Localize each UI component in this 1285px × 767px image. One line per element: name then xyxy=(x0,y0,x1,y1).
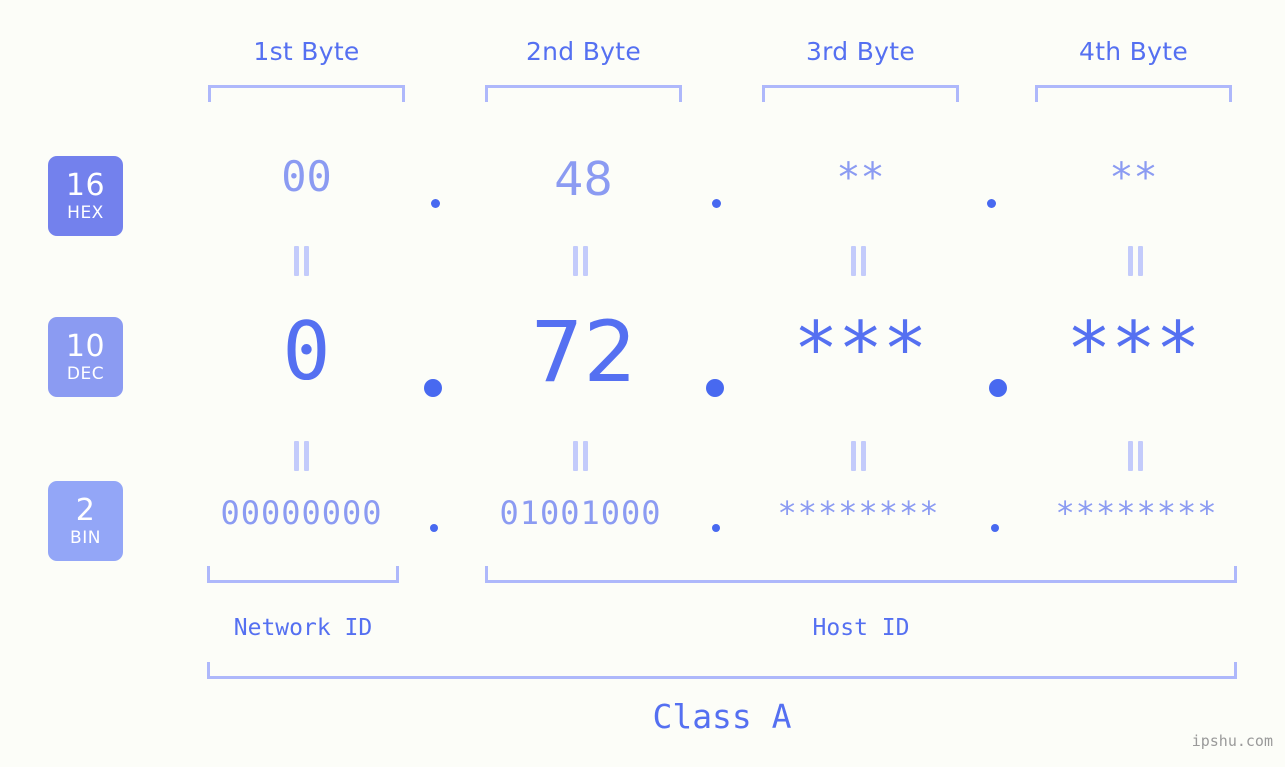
hex-separator-dot-2 xyxy=(712,199,721,208)
byte-header-3: 3rd Byte xyxy=(805,37,916,66)
equals-connector-dec-bin-2 xyxy=(573,441,589,471)
hex-byte-3-value: ** xyxy=(836,155,885,201)
network-id-bracket xyxy=(207,566,399,583)
network-id-label: Network ID xyxy=(233,615,373,641)
bin-byte-4-value: ******** xyxy=(1055,494,1218,532)
base-badge-dec-name: DEC xyxy=(66,363,105,384)
host-id-bracket xyxy=(485,566,1237,583)
base-badge-hex: 16 HEX xyxy=(48,156,123,236)
dec-byte-2-value: 72 xyxy=(530,303,637,401)
dec-separator-dot-2 xyxy=(706,379,724,397)
equals-connector-hex-dec-3 xyxy=(851,246,867,276)
base-badge-hex-name: HEX xyxy=(67,202,104,223)
hex-byte-2-value: 48 xyxy=(554,152,613,206)
hex-separator-dot-3 xyxy=(987,199,996,208)
bin-separator-dot-2 xyxy=(712,524,720,532)
equals-connector-dec-bin-4 xyxy=(1128,441,1144,471)
byte-header-bracket-1 xyxy=(208,85,405,102)
watermark: ipshu.com xyxy=(1191,732,1273,750)
class-bracket xyxy=(207,662,1237,679)
base-badge-dec-number: 10 xyxy=(65,328,106,364)
hex-byte-1-value: 00 xyxy=(281,152,332,201)
host-id-label: Host ID xyxy=(812,615,910,641)
equals-connector-hex-dec-4 xyxy=(1128,246,1144,276)
equals-connector-dec-bin-3 xyxy=(851,441,867,471)
hex-byte-4-value: ** xyxy=(1109,155,1158,201)
ip-address-breakdown-diagram: 1st Byte 2nd Byte 3rd Byte 4th Byte 16 H… xyxy=(0,0,1285,767)
byte-header-4: 4th Byte xyxy=(1078,37,1189,66)
bin-byte-2-value: 01001000 xyxy=(499,494,662,532)
byte-header-1: 1st Byte xyxy=(253,37,360,66)
class-label: Class A xyxy=(652,697,792,736)
dec-separator-dot-3 xyxy=(989,379,1007,397)
bin-separator-dot-3 xyxy=(991,524,999,532)
equals-connector-hex-dec-1 xyxy=(294,246,310,276)
dec-byte-3-value: *** xyxy=(793,306,928,392)
base-badge-dec: 10 DEC xyxy=(48,317,123,397)
dec-separator-dot-1 xyxy=(424,379,442,397)
dec-byte-1-value: 0 xyxy=(282,305,331,398)
base-badge-bin: 2 BIN xyxy=(48,481,123,561)
bin-byte-1-value: 00000000 xyxy=(220,494,383,532)
hex-separator-dot-1 xyxy=(431,199,440,208)
byte-header-bracket-2 xyxy=(485,85,682,102)
base-badge-bin-number: 2 xyxy=(75,492,96,528)
base-badge-bin-name: BIN xyxy=(70,527,101,548)
dec-byte-4-value: *** xyxy=(1066,306,1201,392)
byte-header-bracket-3 xyxy=(762,85,959,102)
byte-header-2: 2nd Byte xyxy=(525,37,642,66)
byte-header-bracket-4 xyxy=(1035,85,1232,102)
base-badge-hex-number: 16 xyxy=(65,167,106,203)
equals-connector-dec-bin-1 xyxy=(294,441,310,471)
bin-separator-dot-1 xyxy=(430,524,438,532)
bin-byte-3-value: ******** xyxy=(777,494,940,532)
equals-connector-hex-dec-2 xyxy=(573,246,589,276)
